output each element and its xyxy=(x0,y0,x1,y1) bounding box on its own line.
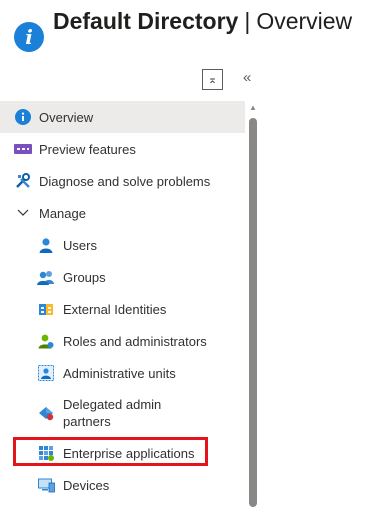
administrative-units-icon xyxy=(37,364,55,382)
info-icon: i xyxy=(14,22,44,52)
wrench-screwdriver-icon xyxy=(14,172,32,190)
delegated-admin-icon xyxy=(37,404,55,422)
nav-item-label: Preview features xyxy=(39,141,136,157)
nav-item-label: Devices xyxy=(63,477,110,493)
chevron-down-icon xyxy=(14,204,32,222)
page-title: Default Directory | Overview xyxy=(53,8,352,35)
double-chevron-left-icon: « xyxy=(243,69,252,86)
nav-item-roles-and-administrators[interactable]: Roles and administrators xyxy=(0,325,245,357)
page-subtitle: Overview xyxy=(256,8,353,34)
devices-icon xyxy=(37,476,55,494)
nav-item-users[interactable]: Users xyxy=(0,229,245,261)
enterprise-apps-icon xyxy=(37,444,55,462)
directory-name: Default Directory xyxy=(53,8,239,34)
nav-item-label: Overview xyxy=(39,109,94,125)
nav-item-label: Administrative units xyxy=(63,365,176,381)
nav-item-label: Roles and administrators xyxy=(63,333,207,349)
nav-item-diagnose[interactable]: Diagnose and solve problems xyxy=(0,165,245,197)
nav-item-delegated-admin-partners[interactable]: Delegated admin partners xyxy=(0,389,245,437)
external-identities-icon xyxy=(37,300,55,318)
scroll-up-arrow-icon[interactable]: ▲ xyxy=(249,103,257,112)
roles-icon xyxy=(37,332,55,350)
scrollbar-thumb[interactable] xyxy=(249,118,257,507)
info-icon xyxy=(14,108,32,126)
nav-group-label: Manage xyxy=(39,205,86,221)
nav-item-label: Enterprise applications xyxy=(63,445,195,461)
collapse-all-button[interactable]: ⌅ xyxy=(202,69,223,90)
collapse-menu-button[interactable]: « xyxy=(243,69,251,86)
nav-item-label: Delegated admin partners xyxy=(63,397,162,429)
nav-group-manage[interactable]: Manage xyxy=(0,197,245,229)
nav-item-label: Groups xyxy=(63,269,106,285)
nav-item-preview-features[interactable]: Preview features xyxy=(0,133,245,165)
nav-item-external-identities[interactable]: External Identities xyxy=(0,293,245,325)
nav-item-label: Diagnose and solve problems xyxy=(39,173,211,189)
preview-features-icon xyxy=(14,140,32,158)
user-icon xyxy=(37,236,55,254)
title-separator: | xyxy=(244,8,251,34)
collapse-icon: ⌅ xyxy=(207,74,218,86)
nav-item-enterprise-applications[interactable]: Enterprise applications xyxy=(0,437,245,469)
nav-item-overview[interactable]: Overview xyxy=(0,101,245,133)
groups-icon xyxy=(37,268,55,286)
nav-item-label: Users xyxy=(63,237,97,253)
page-header: i xyxy=(14,8,44,52)
nav-item-label: External Identities xyxy=(63,301,167,317)
nav-item-administrative-units[interactable]: Administrative units xyxy=(0,357,245,389)
nav-item-devices[interactable]: Devices xyxy=(0,469,245,501)
left-nav-menu: Overview Preview features Diagnose and s… xyxy=(0,101,245,501)
nav-item-groups[interactable]: Groups xyxy=(0,261,245,293)
